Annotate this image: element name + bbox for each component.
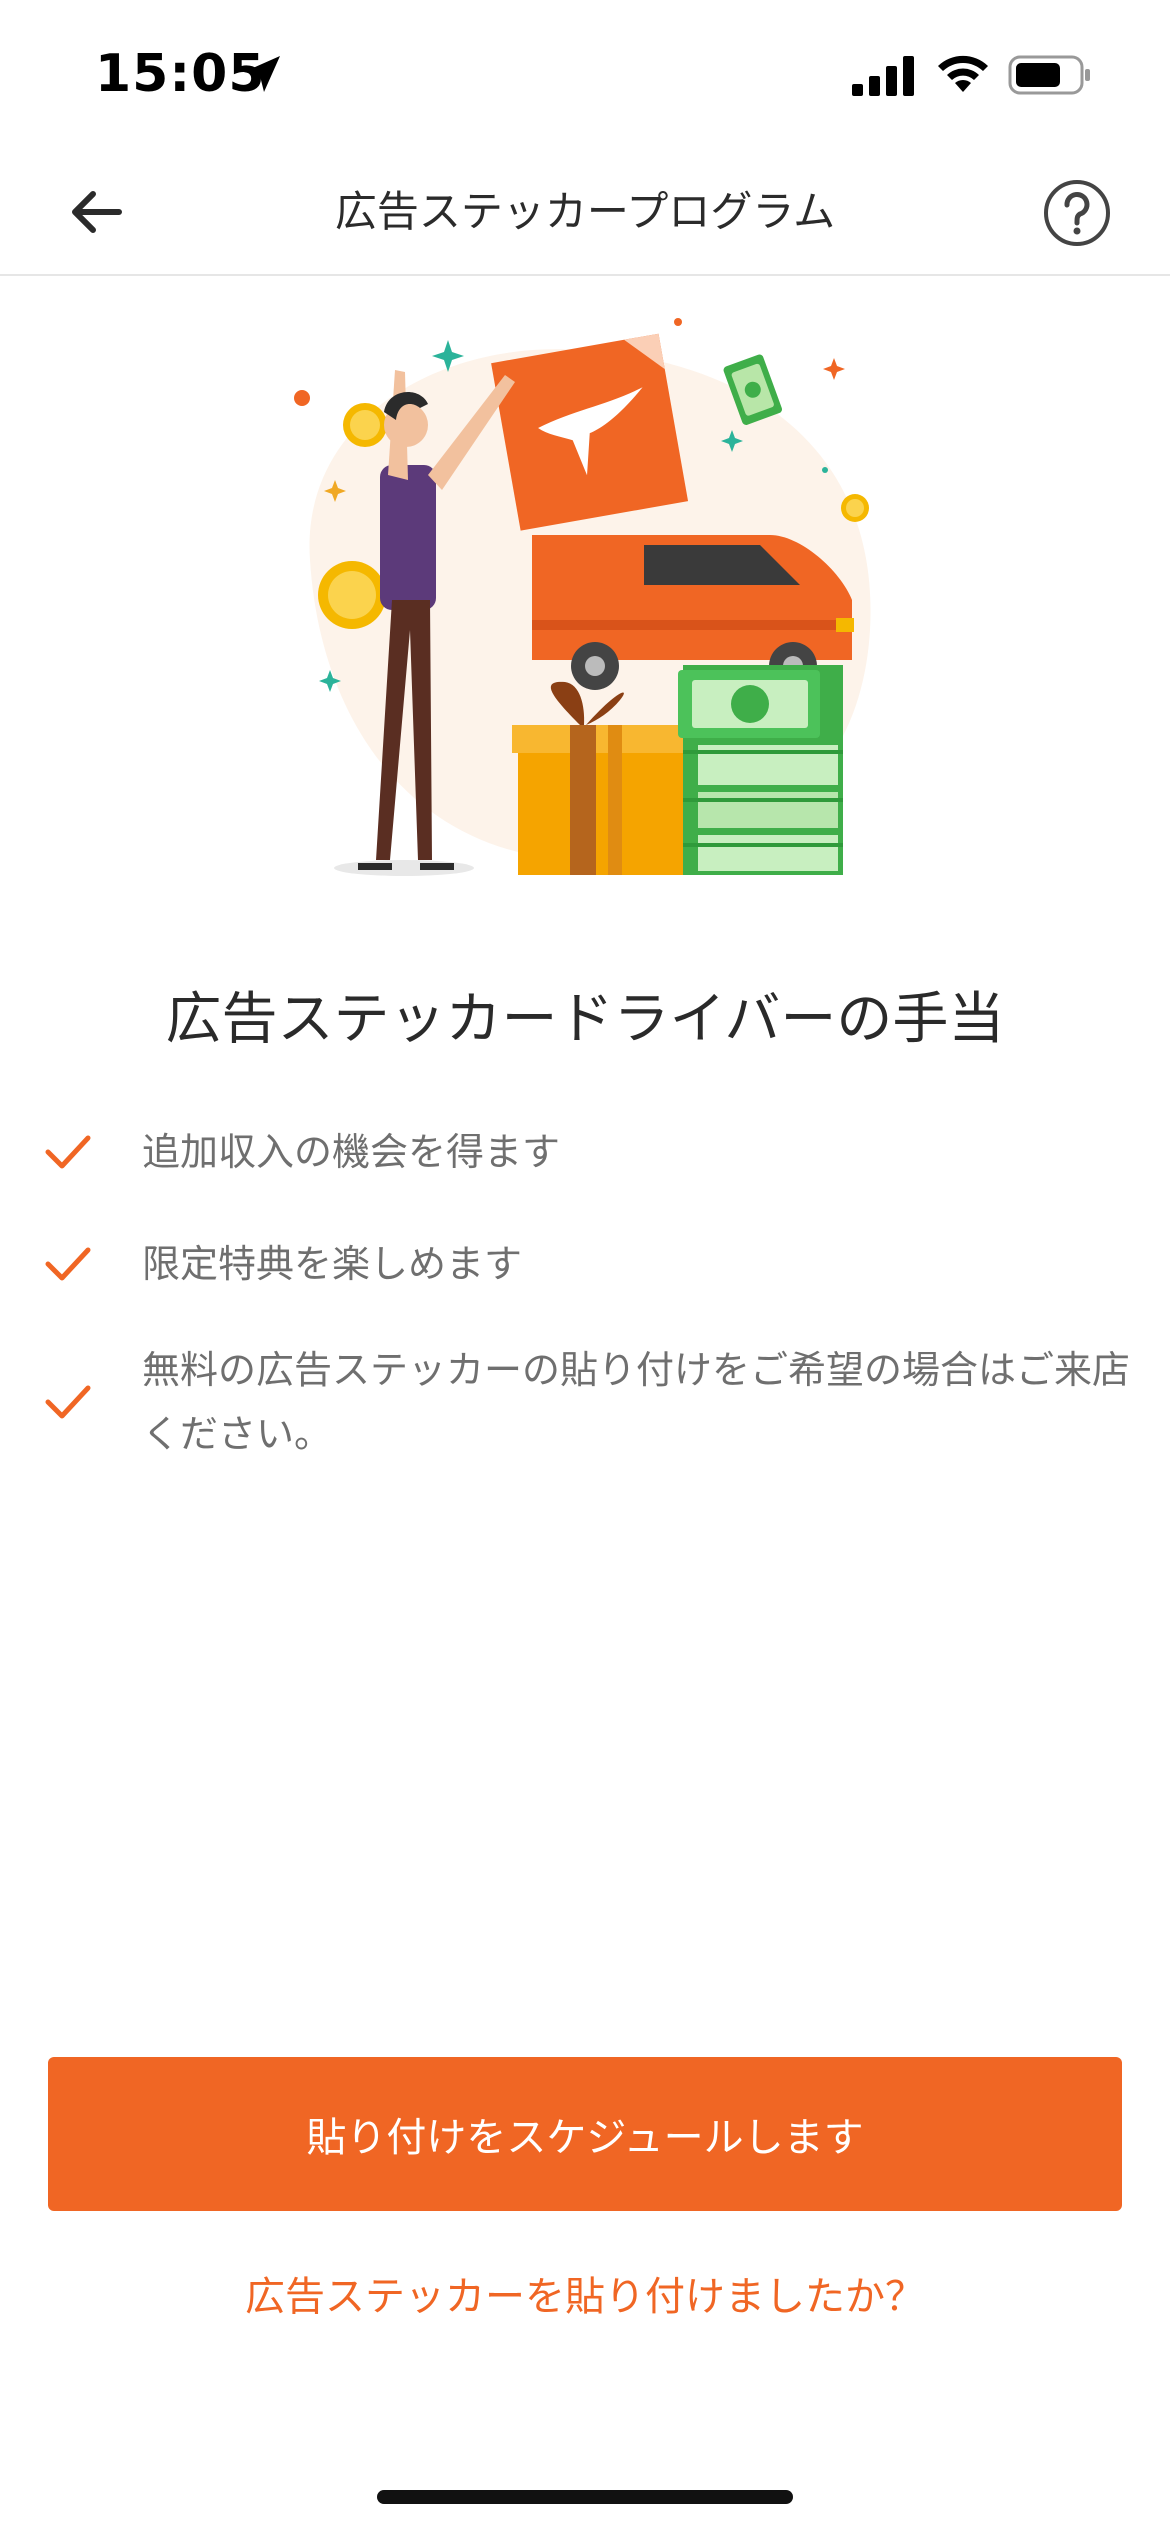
help-icon[interactable] (1042, 178, 1112, 248)
home-indicator (377, 2490, 793, 2504)
benefit-text: 無料の広告ステッカーの貼り付けをご希望の場合はご来店ください。 (142, 1348, 1131, 1456)
benefits-heading: 広告ステッカードライバーの手当 (165, 987, 1005, 1052)
wifi-icon (938, 55, 988, 92)
hero-illustration (294, 318, 871, 876)
list-item: 追加収入の機会を得ます (40, 1120, 560, 1184)
signal-icon (852, 56, 914, 96)
location-arrow-icon (244, 56, 280, 92)
list-item: 限定特典を楽しめます (40, 1232, 522, 1296)
check-icon (45, 1135, 91, 1169)
schedule-button[interactable]: 貼り付けをスケジュールします (48, 2057, 1122, 2211)
check-icon (45, 1247, 91, 1281)
benefit-text: 限定特典を楽しめます (142, 1242, 523, 1286)
applied-sticker-link[interactable]: 広告ステッカーを貼り付けましたか？ (0, 2262, 1170, 2332)
benefit-text: 追加収入の機会を得ます (142, 1130, 561, 1174)
battery-icon (1008, 55, 1090, 95)
nav-bar: 広告ステッカープログラム (0, 150, 1170, 276)
page-title: 広告ステッカープログラム (334, 187, 836, 236)
check-icon (45, 1385, 91, 1419)
status-bar: 15:05 (0, 0, 1170, 150)
list-item: 無料の広告ステッカーの貼り付けをご希望の場合はご来店ください。 (40, 1338, 1140, 1466)
